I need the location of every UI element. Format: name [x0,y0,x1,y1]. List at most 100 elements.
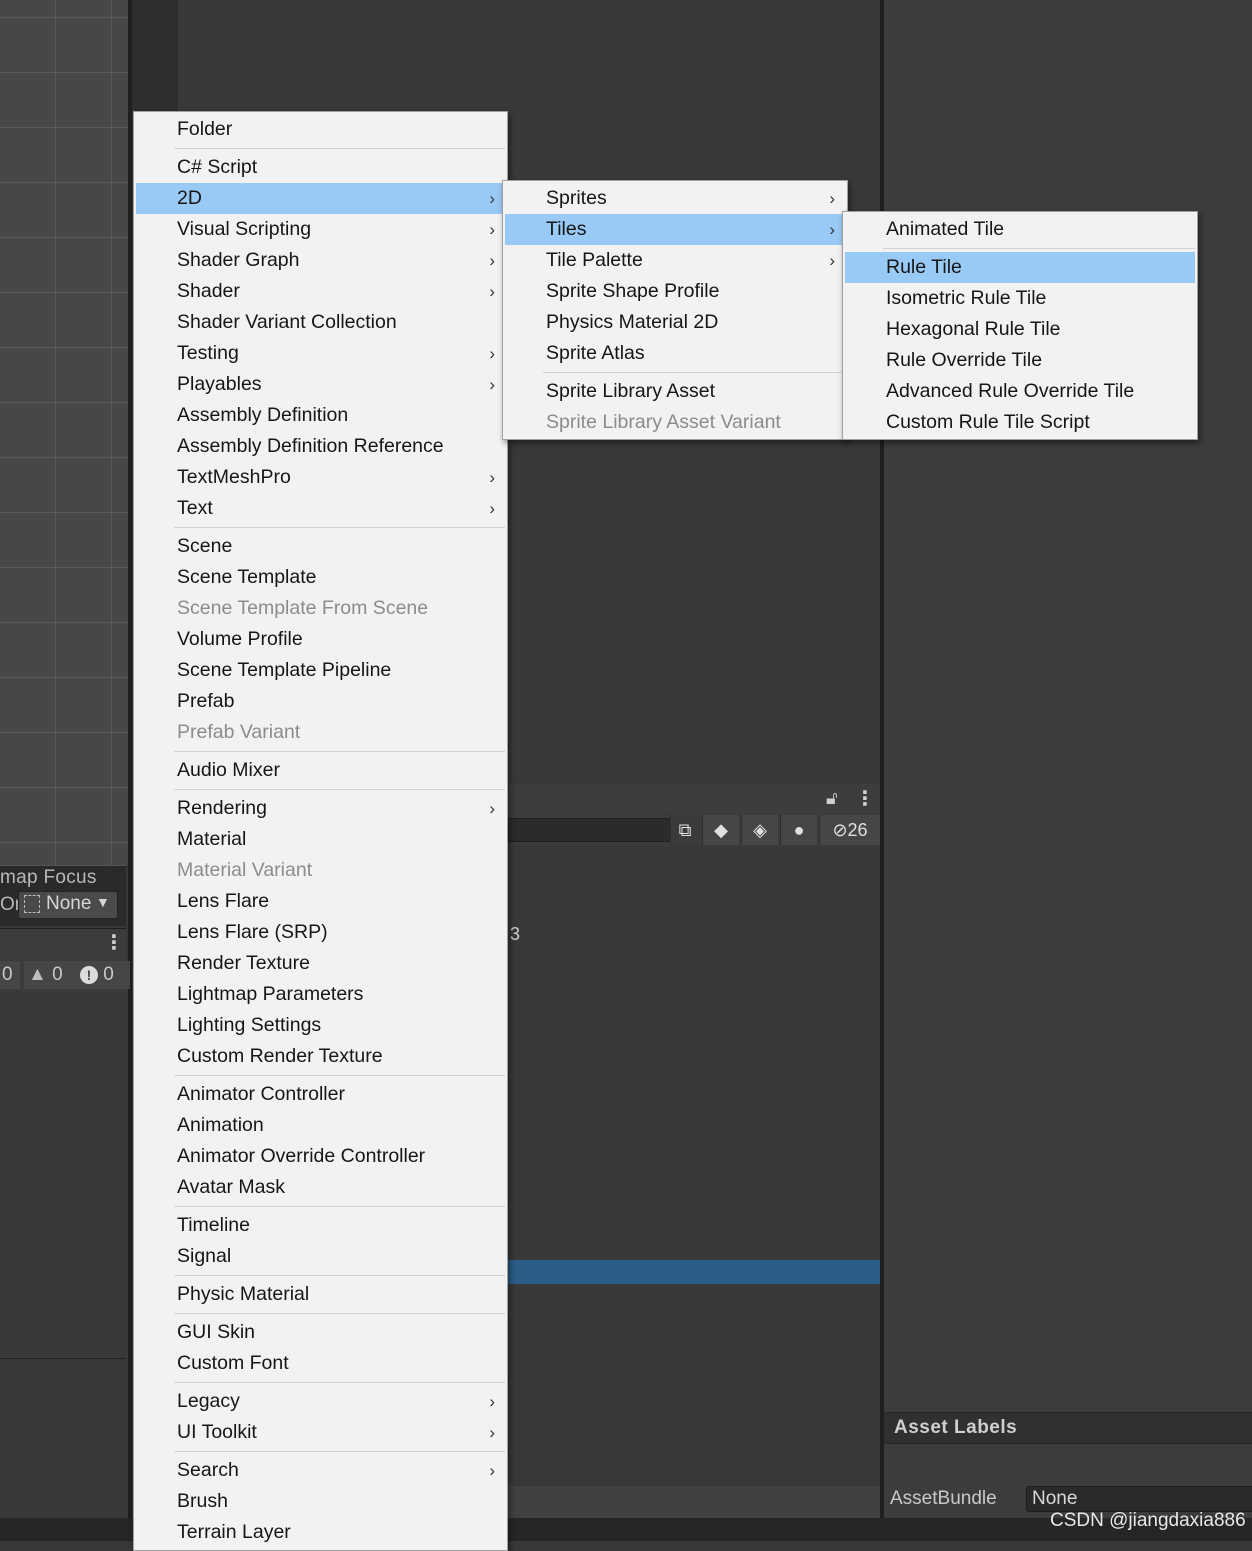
menu-item-label: Prefab Variant [177,721,301,743]
menu-item-label: Render Texture [177,952,310,974]
kebab-menu-icon[interactable]: ⋮ [855,786,875,811]
lock-icon[interactable]: 🔓︎ [826,788,838,809]
filter-by-type-icon[interactable]: ◆ [702,815,739,845]
menu-item-lighting-settings[interactable]: Lighting Settings [136,1010,505,1041]
menu-separator [174,1451,505,1452]
menu-item-scene-template[interactable]: Scene Template [136,562,505,593]
chevron-right-icon: › [489,251,495,270]
menu-separator [174,148,505,149]
menu-item-textmeshpro[interactable]: TextMeshPro › [136,462,505,493]
menu-item-animation[interactable]: Animation [136,1110,505,1141]
menu-item-material[interactable]: Material [136,824,505,855]
menu-item-rule-tile[interactable]: Rule Tile [845,252,1195,283]
menu-item-legacy[interactable]: Legacy › [136,1386,505,1417]
chevron-right-icon: › [489,375,495,394]
hidden-packages-toggle[interactable]: ⊘26 [819,815,880,845]
menu-item-label: Rendering [177,797,267,819]
menu-item-sprites[interactable]: Sprites › [505,183,845,214]
project-search-input[interactable] [508,818,672,842]
menu-item-custom-font[interactable]: Custom Font [136,1348,505,1379]
menu-item-assembly-definition-reference[interactable]: Assembly Definition Reference [136,431,505,462]
menu-item-hexagonal-rule-tile[interactable]: Hexagonal Rule Tile [845,314,1195,345]
menu-item-label: Shader Variant Collection [177,311,397,333]
menu-item-label: Sprites [546,187,607,209]
menu-item-physics-material-2d[interactable]: Physics Material 2D [505,307,845,338]
menu-item-lens-flare-srp[interactable]: Lens Flare (SRP) [136,917,505,948]
menu-item-advanced-rule-override-tile[interactable]: Advanced Rule Override Tile [845,376,1195,407]
info-count-toggle[interactable]: 0 [0,961,20,989]
menu-item-shader-graph[interactable]: Shader Graph › [136,245,505,276]
menu-item-label: Sprite Atlas [546,342,645,364]
scene-view[interactable] [0,0,128,865]
menu-item-brush[interactable]: Brush [136,1486,505,1517]
warning-count: 0 [52,964,63,985]
search-by-type-icon[interactable]: ⧉ [670,815,699,845]
menu-item-label: Timeline [177,1214,250,1236]
warning-count-toggle[interactable]: ▲ 0 [24,961,78,989]
menu-item-scene[interactable]: Scene [136,531,505,562]
menu-item-testing[interactable]: Testing › [136,338,505,369]
menu-item-label: Scene Template From Scene [177,597,429,619]
menu-item-scene-template-pipeline[interactable]: Scene Template Pipeline [136,655,505,686]
menu-item-search[interactable]: Search › [136,1455,505,1486]
menu-item-assembly-definition[interactable]: Assembly Definition [136,400,505,431]
menu-item-shader-variant-collection[interactable]: Shader Variant Collection [136,307,505,338]
menu-item-visual-scripting[interactable]: Visual Scripting › [136,214,505,245]
menu-item-sprite-atlas[interactable]: Sprite Atlas [505,338,845,369]
menu-item-label: Legacy [177,1390,240,1412]
menu-item-label: Avatar Mask [177,1176,286,1198]
eye-slash-icon: ⊘ [832,820,848,840]
menu-separator [883,248,1195,249]
menu-item-animator-controller[interactable]: Animator Controller [136,1079,505,1110]
menu-item-csharp-script[interactable]: C# Script [136,152,505,183]
menu-item-lightmap-parameters[interactable]: Lightmap Parameters [136,979,505,1010]
menu-item-render-texture[interactable]: Render Texture [136,948,505,979]
menu-item-folder[interactable]: Folder [136,114,505,145]
menu-item-sprite-shape-profile[interactable]: Sprite Shape Profile [505,276,845,307]
menu-item-timeline[interactable]: Timeline [136,1210,505,1241]
menu-item-label: Tile Palette [546,249,643,271]
menu-item-animated-tile[interactable]: Animated Tile [845,214,1195,245]
menu-item-label: 2D [177,187,202,209]
menu-item-isometric-rule-tile[interactable]: Isometric Rule Tile [845,283,1195,314]
menu-item-ui-toolkit[interactable]: UI Toolkit › [136,1417,505,1448]
menu-item-shader[interactable]: Shader › [136,276,505,307]
menu-item-playables[interactable]: Playables › [136,369,505,400]
menu-item-rule-override-tile[interactable]: Rule Override Tile [845,345,1195,376]
warning-icon: ▲ [28,964,47,985]
menu-item-terrain-layer[interactable]: Terrain Layer [136,1517,505,1548]
menu-item-volume-profile[interactable]: Volume Profile [136,624,505,655]
menu-item-signal[interactable]: Signal [136,1241,505,1272]
menu-item-avatar-mask[interactable]: Avatar Mask [136,1172,505,1203]
menu-item-rendering[interactable]: Rendering › [136,793,505,824]
menu-item-tile-palette[interactable]: Tile Palette › [505,245,845,276]
menu-item-label: Scene [177,535,233,557]
filter-by-label-icon[interactable]: ◈ [741,815,778,845]
menu-item-sprite-library-asset[interactable]: Sprite Library Asset [505,376,845,407]
menu-item-tiles[interactable]: Tiles › [505,214,845,245]
menu-item-label: UI Toolkit [177,1421,257,1443]
menu-item-animator-override-controller[interactable]: Animator Override Controller [136,1141,505,1172]
kebab-menu-icon[interactable]: ⋮ [104,930,124,955]
project-window-header [508,784,880,815]
chevron-right-icon: › [829,220,835,239]
project-selected-row[interactable] [508,1260,880,1284]
menu-item-physic-material[interactable]: Physic Material [136,1279,505,1310]
menu-item-label: C# Script [177,156,258,178]
menu-item-audio-mixer[interactable]: Audio Mixer [136,755,505,786]
error-count-toggle[interactable]: ! 0 [76,961,130,989]
chevron-right-icon: › [489,1423,495,1442]
menu-item-2d[interactable]: 2D › [136,183,505,214]
menu-item-label: Lightmap Parameters [177,983,364,1005]
hidden-packages-count: 26 [847,820,868,840]
menu-item-custom-render-texture[interactable]: Custom Render Texture [136,1041,505,1072]
info-count: 0 [2,964,13,985]
menu-item-label: Material [177,828,247,850]
menu-item-prefab[interactable]: Prefab [136,686,505,717]
error-filter-icon[interactable]: ● [780,815,817,845]
menu-item-lens-flare[interactable]: Lens Flare [136,886,505,917]
panel-divider-left[interactable] [128,0,132,1541]
menu-item-custom-rule-tile-script[interactable]: Custom Rule Tile Script [845,407,1195,438]
menu-item-gui-skin[interactable]: GUI Skin [136,1317,505,1348]
menu-item-text[interactable]: Text › [136,493,505,524]
